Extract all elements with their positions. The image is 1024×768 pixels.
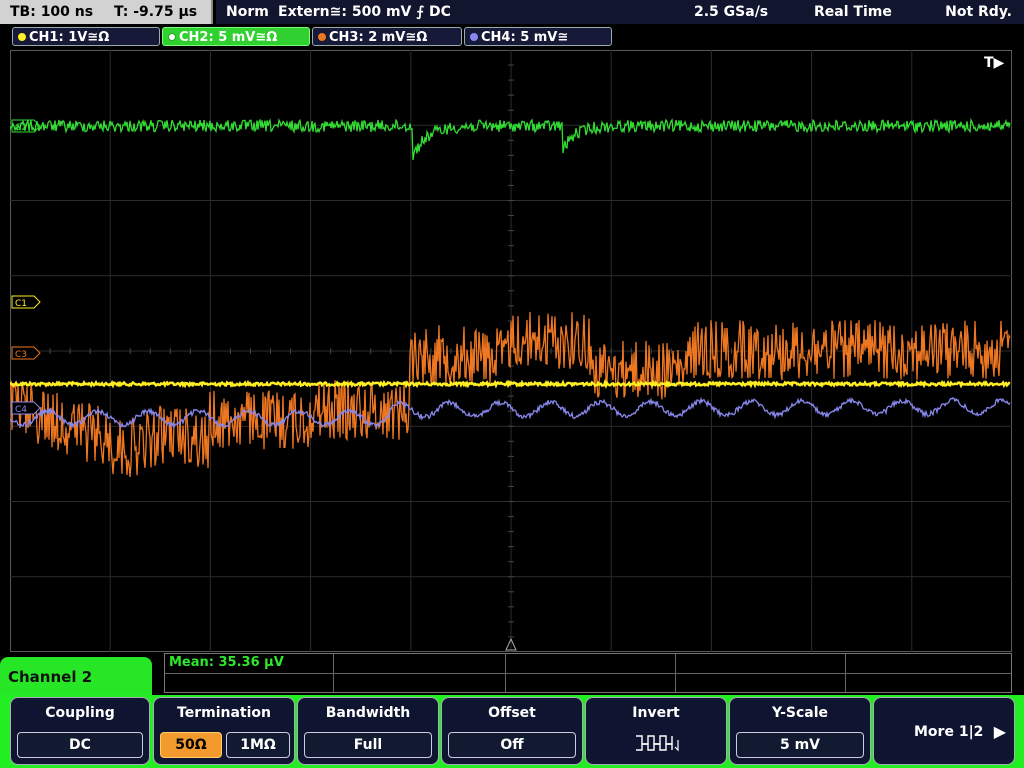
more-label: More 1|2 xyxy=(914,724,984,740)
measurement-cell-divider xyxy=(675,654,676,692)
channel-tab-ch1[interactable]: CH1: 1V≅Ω xyxy=(12,27,160,46)
status-bar: TB: 100 ns T: -9.75 µs Norm Extern≅: 500… xyxy=(0,0,1024,25)
waveform-display[interactable]: C2 C1 C3 C4 T▶ xyxy=(10,50,1012,652)
ready-state: Not Rdy. xyxy=(945,4,1012,20)
ch2-dot-icon xyxy=(168,33,176,41)
bandwidth-softkey[interactable]: Bandwidth Full xyxy=(297,697,439,765)
more-softkey[interactable]: More 1|2 ▶ xyxy=(873,697,1015,765)
bandwidth-value: Full xyxy=(304,732,432,758)
offset-softkey[interactable]: Offset Off xyxy=(441,697,583,765)
y-scale-value: 5 mV xyxy=(736,732,864,758)
termination-title: Termination xyxy=(177,705,271,721)
ch4-marker-label: C4 xyxy=(15,405,27,415)
measurement-row-divider xyxy=(165,673,1011,674)
trigger-source: Extern≅: 500 mV ⨍ DC xyxy=(278,4,451,20)
measurement-cell-divider xyxy=(845,654,846,692)
channel-tabs: CH1: 1V≅Ω CH2: 5 mV≅Ω CH3: 2 mV≅Ω CH4: 5… xyxy=(0,26,1024,48)
ch3-dot-icon xyxy=(318,33,326,41)
next-page-arrow-icon: ▶ xyxy=(993,722,1006,741)
coupling-softkey[interactable]: Coupling DC xyxy=(10,697,150,765)
measurement-cell-divider xyxy=(505,654,506,692)
trigger-info-box[interactable]: Norm Extern≅: 500 mV ⨍ DC 2.5 GSa/s Real… xyxy=(216,0,1024,24)
channel-tab-ch4[interactable]: CH4: 5 mV≅ xyxy=(464,27,612,46)
y-scale-softkey[interactable]: Y-Scale 5 mV xyxy=(729,697,871,765)
sample-rate: 2.5 GSa/s xyxy=(694,4,769,20)
ch3-offset-marker[interactable]: C3 xyxy=(11,346,41,360)
invert-softkey[interactable]: Invert xyxy=(585,697,727,765)
ch3-tab-label: CH3: 2 mV≅Ω xyxy=(329,30,428,45)
channel-tab-ch3[interactable]: CH3: 2 mV≅Ω xyxy=(312,27,462,46)
ch1-waveform xyxy=(10,378,1011,389)
ch4-tab-label: CH4: 5 mV≅ xyxy=(481,30,569,45)
coupling-value: DC xyxy=(17,732,143,758)
y-scale-title: Y-Scale xyxy=(771,705,828,721)
bandwidth-title: Bandwidth xyxy=(325,705,411,721)
ch4-dot-icon xyxy=(470,33,478,41)
trigger-time-value: T: -9.75 µs xyxy=(113,4,198,20)
channel-menu-label: Channel 2 xyxy=(0,657,152,697)
ch1-offset-marker[interactable]: C1 xyxy=(11,295,41,309)
invert-title: Invert xyxy=(632,705,680,721)
ch2-tab-label: CH2: 5 mV≅Ω xyxy=(179,30,278,45)
measurement-mean: Mean: 35.36 µV xyxy=(169,655,284,670)
termination-softkey[interactable]: Termination 50Ω 1MΩ xyxy=(153,697,295,765)
ch2-marker-label: C2 xyxy=(15,123,27,133)
ch3-waveform xyxy=(10,311,1011,478)
coupling-title: Coupling xyxy=(45,705,115,721)
measurement-cell-divider xyxy=(333,654,334,692)
offset-title: Offset xyxy=(488,705,536,721)
ch1-dot-icon xyxy=(18,33,26,41)
ch1-marker-label: C1 xyxy=(15,299,27,309)
ch3-marker-label: C3 xyxy=(15,350,27,360)
termination-1mohm-option[interactable]: 1MΩ xyxy=(226,732,290,758)
offset-value: Off xyxy=(448,732,576,758)
ch1-tab-label: CH1: 1V≅Ω xyxy=(29,30,110,45)
trigger-position-marker[interactable]: T▶ xyxy=(984,55,1005,71)
timebase-box[interactable]: TB: 100 ns T: -9.75 µs xyxy=(0,0,213,24)
acquisition-mode: Real Time xyxy=(814,4,892,20)
square-wave-invert-icon xyxy=(636,735,679,752)
softkey-bar: Coupling DC Termination 50Ω 1MΩ Bandwidt… xyxy=(0,695,1024,768)
timebase-value: TB: 100 ns xyxy=(10,4,94,20)
channel-tab-ch2[interactable]: CH2: 5 mV≅Ω xyxy=(162,27,310,46)
measurement-bar: Mean: 35.36 µV xyxy=(164,653,1012,693)
termination-50ohm-option[interactable]: 50Ω xyxy=(160,732,222,758)
trigger-mode: Norm xyxy=(226,4,269,20)
